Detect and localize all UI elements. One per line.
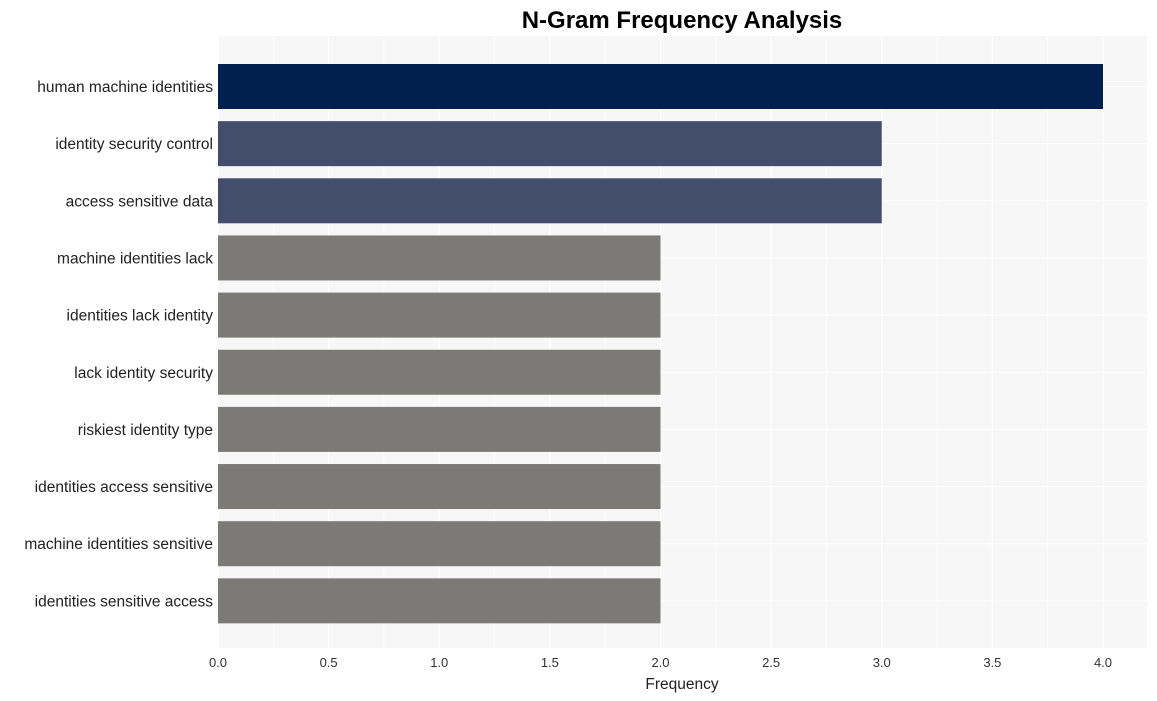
x-tick-label: 4.0 (1094, 655, 1112, 670)
x-axis-label: Frequency (645, 676, 718, 693)
y-tick-label: riskiest identity type (78, 422, 213, 439)
bar-machine-identities-lack (218, 235, 661, 281)
x-tick-label: 1.5 (541, 655, 559, 670)
y-tick-label: machine identities lack (57, 250, 213, 267)
x-tick-label: 3.5 (983, 655, 1001, 670)
bar-identities-access-sensitive (218, 464, 661, 510)
y-tick-label: human machine identities (37, 79, 213, 96)
ngram-bar-chart: human machine identities identity securit… (24, 7, 1147, 693)
x-tick-label: 3.0 (873, 655, 891, 670)
x-tick-label: 2.0 (651, 655, 669, 670)
bar-human-machine-identities (218, 64, 1103, 109)
bar-identities-sensitive-access (218, 578, 661, 624)
y-tick-label: identities lack identity (67, 308, 214, 325)
x-tick-label: 2.5 (762, 655, 780, 670)
y-tick-label: access sensitive data (66, 193, 214, 210)
x-tick-label: 0.0 (209, 655, 227, 670)
chart-title: N-Gram Frequency Analysis (522, 7, 843, 34)
bar-identity-security-control (218, 121, 882, 167)
bar-machine-identities-sensitive (218, 521, 661, 567)
bar-identities-lack-identity (218, 292, 661, 338)
x-tick-labels: 0.0 0.5 1.0 1.5 2.0 2.5 3.0 3.5 4.0 (209, 655, 1112, 670)
y-tick-label: identities access sensitive (35, 479, 213, 496)
x-tick-label: 0.5 (320, 655, 338, 670)
y-tick-label: lack identity security (74, 365, 213, 382)
y-tick-labels: human machine identities identity securit… (24, 79, 213, 610)
y-tick-label: identity security control (55, 136, 213, 153)
bar-riskiest-identity-type (218, 406, 661, 452)
y-tick-label: identities sensitive access (35, 593, 214, 610)
x-tick-label: 1.0 (430, 655, 448, 670)
bar-access-sensitive-data (218, 178, 882, 224)
y-tick-label: machine identities sensitive (24, 536, 213, 553)
bar-lack-identity-security (218, 349, 661, 395)
